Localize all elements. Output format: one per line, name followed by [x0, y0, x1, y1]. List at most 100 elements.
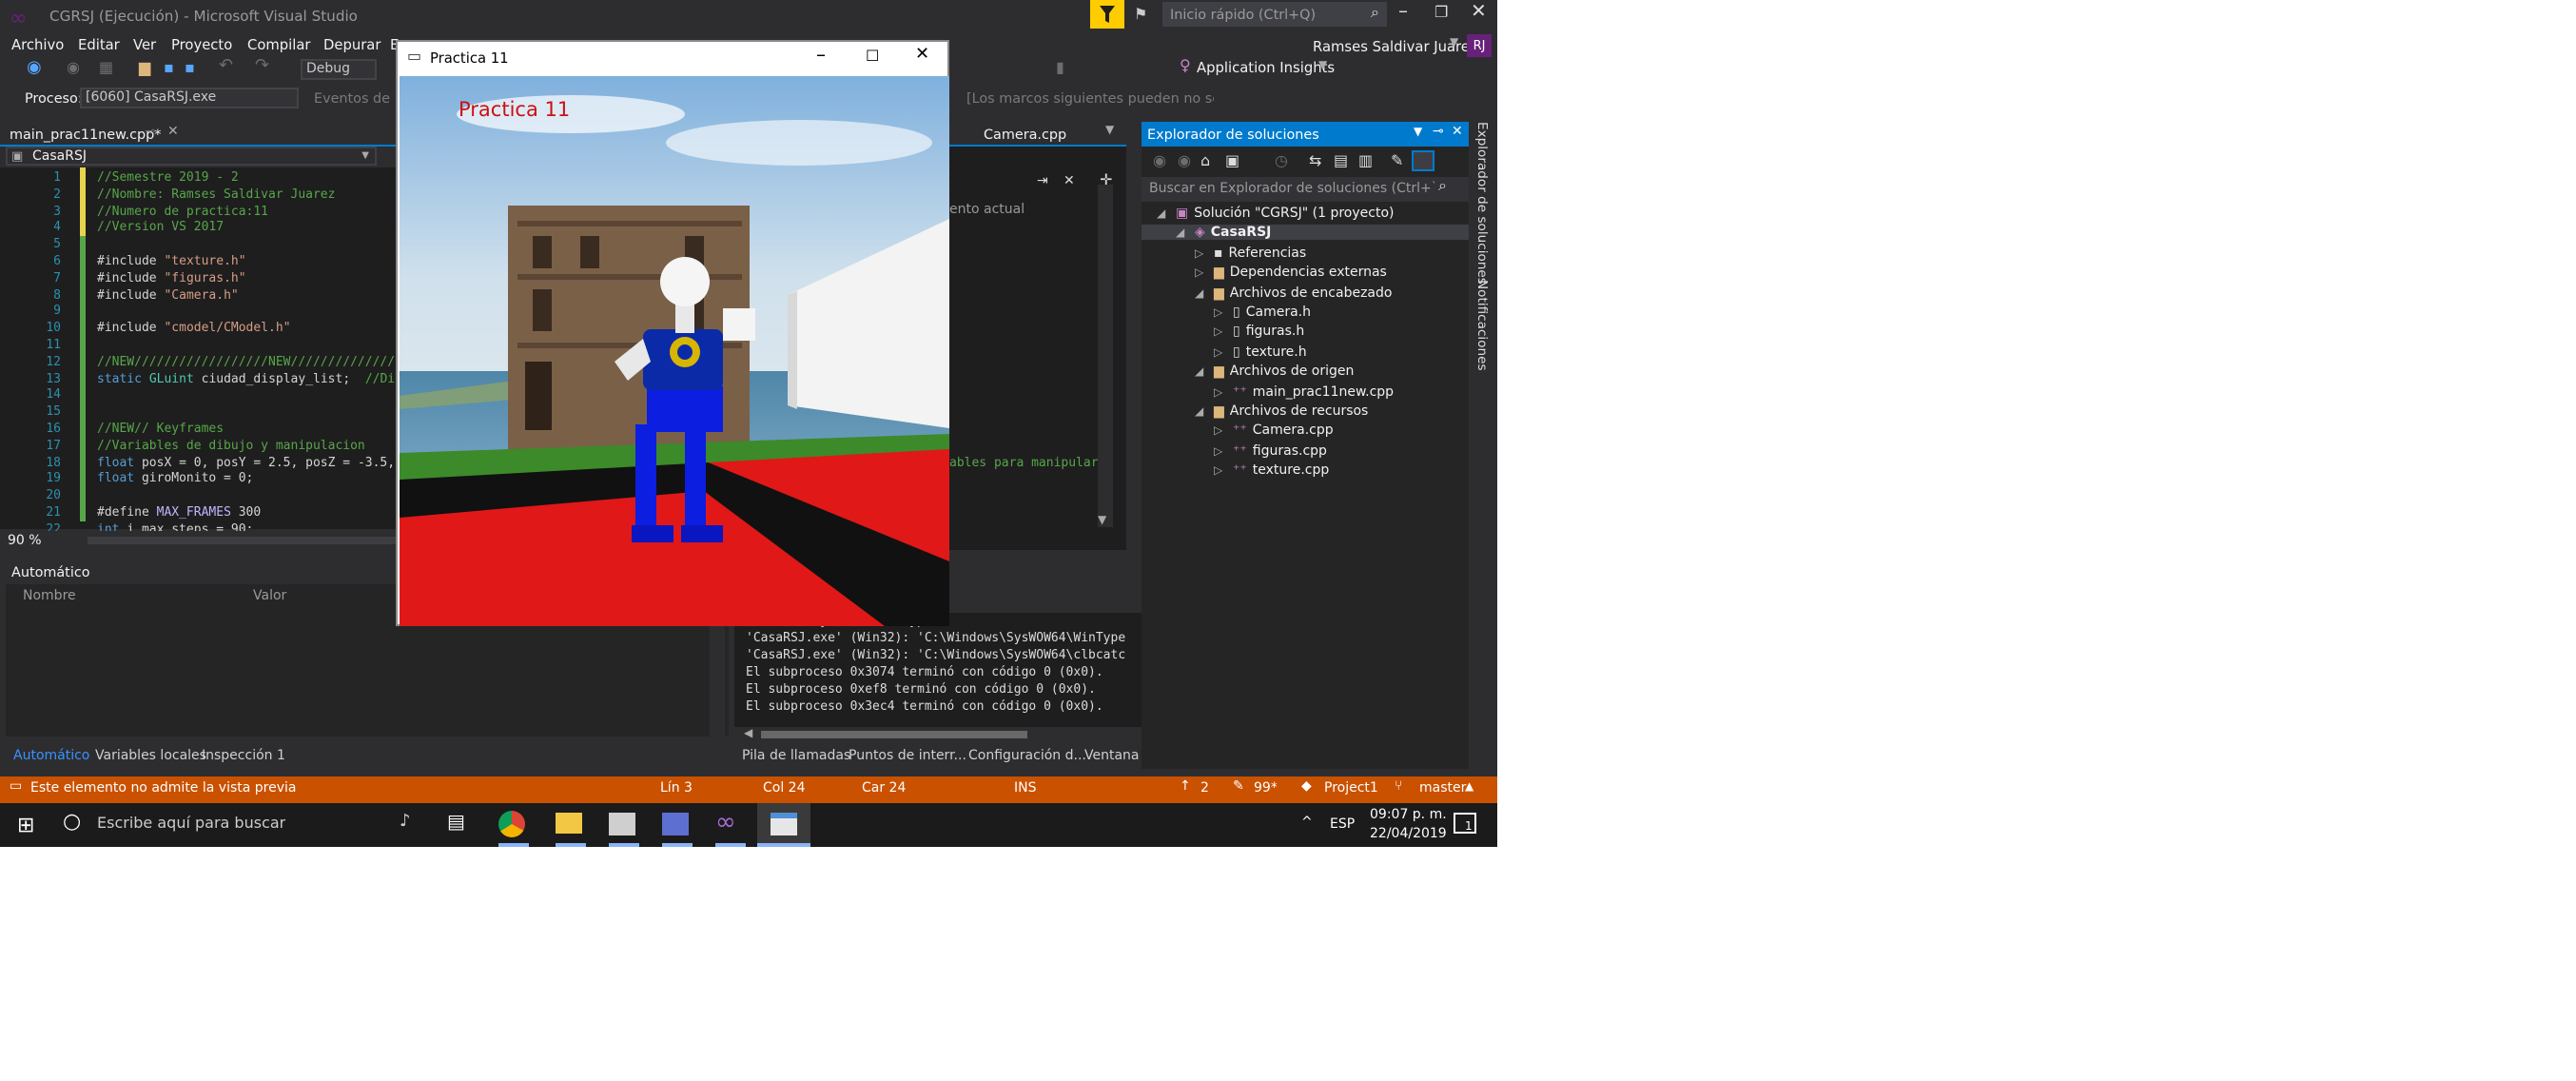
game-viewport[interactable]: Practica 11	[400, 76, 949, 626]
side-tab-notifications[interactable]: Notificaciones	[1474, 280, 1490, 371]
code-line[interactable]: 17 //Variables de dibujo y manipulacion	[0, 438, 396, 455]
chevron-up-icon[interactable]: ▲	[1465, 780, 1473, 794]
taskbar-search[interactable]: ○ Escribe aquí para buscar ♪	[51, 803, 432, 847]
windows-start-icon[interactable]: ⊞	[17, 813, 34, 837]
game-window[interactable]: ▭ Practica 11 – ☐ ✕ Practica 11	[396, 40, 949, 626]
code-line[interactable]: 8 #include "Camera.h"	[0, 286, 396, 304]
quick-launch-input[interactable]: Inicio rápido (Ctrl+Q) ⌕	[1162, 2, 1387, 27]
microphone-icon[interactable]: ♪	[400, 813, 411, 832]
code-line[interactable]: 18 float posX = 0, posY = 2.5, posZ = -3.…	[0, 454, 409, 471]
maximize-icon[interactable]: ☐	[866, 48, 879, 65]
expander-icon[interactable]: ▷	[1195, 266, 1214, 280]
scroll-down-icon[interactable]: ▼	[1098, 514, 1106, 527]
code-editor[interactable]: 1 //Semestre 2019 - 2 2 //Nombre: Ramses Sa…	[0, 167, 424, 536]
bookmark-icon[interactable]: ▮	[1056, 59, 1064, 76]
new-project-icon[interactable]: ▦	[99, 59, 113, 76]
code-line[interactable]: 21 #define MAX_FRAMES 300	[0, 504, 396, 521]
splitter[interactable]	[1126, 122, 1142, 550]
tab-puntos-de-interrupcion[interactable]: Puntos de interr...	[849, 748, 966, 763]
scroll-thumb[interactable]	[761, 731, 1027, 738]
visual-studio-icon[interactable]: ∞	[715, 809, 736, 837]
chevron-down-icon[interactable]: ▼	[1105, 124, 1114, 137]
redo-icon[interactable]: ↷	[255, 57, 269, 76]
col-value[interactable]: Valor	[253, 588, 286, 603]
code-line[interactable]: 15	[0, 403, 396, 421]
code-line[interactable]: 2 //Nombre: Ramses Saldivar Juarez	[0, 187, 396, 204]
tree-item[interactable]: ▷ ⁺⁺ Camera.cpp	[1214, 423, 1334, 439]
expander-icon[interactable]: ▷	[1214, 445, 1233, 459]
menu-editar[interactable]: Editar	[78, 36, 120, 53]
chevron-down-icon[interactable]: ▼	[1414, 126, 1422, 139]
solution-tree[interactable]: ◢ ▣ Solución "CGRSJ" (1 proyecto) ◢ ◈ CasaRSJ…	[1142, 206, 1469, 491]
menu-depurar[interactable]: Depurar	[323, 36, 381, 53]
secondary-editor[interactable]: Camera.cpp ▼ ⇥ ✕ ✛ ento actual ables par…	[949, 122, 1126, 550]
horizontal-scrollbar[interactable]	[88, 537, 396, 544]
code-line[interactable]: 1 //Semestre 2019 - 2	[0, 169, 396, 187]
app-icon[interactable]	[662, 813, 689, 835]
output-scrollbar[interactable]: ◀	[734, 727, 1142, 742]
side-tab-explorer[interactable]: Explorador de soluciones	[1474, 122, 1490, 285]
code-line[interactable]: 5	[0, 236, 396, 253]
tree-item[interactable]: ▷ ⁺⁺ main_prac11new.cpp	[1214, 383, 1394, 399]
code-line[interactable]: 16 //NEW// Keyframes	[0, 421, 396, 438]
pin-icon[interactable]: ⊸	[145, 124, 156, 139]
language-indicator[interactable]: ESP	[1330, 816, 1355, 832]
tree-item[interactable]: ▷ ▆ Dependencias externas	[1195, 265, 1387, 280]
history-icon[interactable]: ◷	[1275, 152, 1288, 169]
tree-item[interactable]: ▷ ▯ Camera.h	[1214, 305, 1311, 320]
tab-camera-cpp[interactable]: Camera.cpp	[984, 126, 1066, 143]
code-line[interactable]: 11	[0, 337, 396, 354]
status-project[interactable]: Project1	[1324, 780, 1378, 796]
chrome-icon[interactable]	[498, 811, 525, 837]
tab-variables-locales[interactable]: Variables locales	[95, 748, 206, 763]
code-line[interactable]: 3 //Numero de practica:11	[0, 203, 396, 220]
expander-icon[interactable]: ◢	[1157, 207, 1176, 221]
tree-item[interactable]: ▷ ⁺⁺ texture.cpp	[1214, 462, 1329, 478]
tab-inspeccion[interactable]: Inspección 1	[202, 748, 285, 763]
restore-icon[interactable]: ❐	[1434, 4, 1448, 21]
switch-view-icon[interactable]: ▣	[1225, 152, 1239, 169]
clock-time[interactable]: 09:07 p. m.	[1370, 807, 1447, 822]
zoom-level[interactable]: 90 %	[8, 533, 42, 548]
task-view-icon[interactable]: ▤	[447, 813, 465, 834]
menu-ver[interactable]: Ver	[133, 36, 156, 53]
nav-hint[interactable]: ento actual	[949, 202, 1025, 217]
expander-icon[interactable]: ▷	[1214, 346, 1233, 360]
chevron-up-icon[interactable]: ^	[1301, 815, 1313, 830]
code-line[interactable]: 13 static GLuint ciudad_display_list; //D…	[0, 370, 409, 387]
close-icon[interactable]: ✕	[1064, 173, 1075, 188]
close-icon[interactable]: ✕	[915, 46, 929, 65]
minimize-icon[interactable]: –	[816, 46, 826, 67]
code-line[interactable]: 6 #include "texture.h"	[0, 253, 396, 270]
status-branch[interactable]: master	[1419, 780, 1466, 796]
show-all-icon[interactable]: ▥	[1358, 152, 1373, 169]
process-dropdown[interactable]: [6060] CasaRSJ.exe	[80, 88, 299, 108]
save-all-icon[interactable]: ▪	[185, 59, 195, 76]
tree-item[interactable]: ◢ ▣ Solución "CGRSJ" (1 proyecto)	[1157, 206, 1394, 221]
close-icon[interactable]: ✕	[1471, 2, 1487, 23]
collapse-icon[interactable]: ▤	[1334, 152, 1348, 169]
code-line[interactable]: 7 #include "figuras.h"	[0, 270, 396, 287]
preview-toggle[interactable]	[1412, 150, 1434, 171]
editor-tab[interactable]: main_prac11new.cpp* ⊸ ✕	[0, 122, 186, 145]
expander-icon[interactable]: ▷	[1214, 464, 1233, 478]
tab-automatico[interactable]: Automático	[13, 748, 89, 763]
tree-item[interactable]: ▷ ▯ texture.h	[1214, 344, 1307, 360]
expander-icon[interactable]: ▷	[1214, 425, 1233, 439]
status-up-count[interactable]: 2	[1200, 780, 1209, 796]
back-icon[interactable]: ◉	[1153, 152, 1166, 169]
search-icon[interactable]: ⌕	[1438, 177, 1447, 196]
code-line[interactable]: 19 float giroMonito = 0;	[0, 471, 396, 488]
filter-icon[interactable]	[1090, 0, 1124, 29]
chevron-down-icon[interactable]: ▼	[1450, 36, 1458, 49]
pin-icon[interactable]: ⊸	[1433, 124, 1444, 139]
forward-icon[interactable]: ◉	[1178, 152, 1191, 169]
back-icon[interactable]: ◉	[27, 59, 42, 78]
tree-item[interactable]: ◢ ▆ Archivos de origen	[1195, 364, 1354, 379]
save-icon[interactable]: ▪	[164, 59, 174, 76]
sync-icon[interactable]: ⇆	[1309, 152, 1321, 169]
code-lines[interactable]: 1 //Semestre 2019 - 2 2 //Nombre: Ramses Sa…	[0, 169, 424, 538]
tree-item[interactable]: ◢ ▆ Archivos de encabezado	[1195, 285, 1392, 300]
home-icon[interactable]: ⌂	[1200, 152, 1210, 169]
code-line[interactable]: 10 #include "cmodel/CModel.h"	[0, 320, 396, 337]
